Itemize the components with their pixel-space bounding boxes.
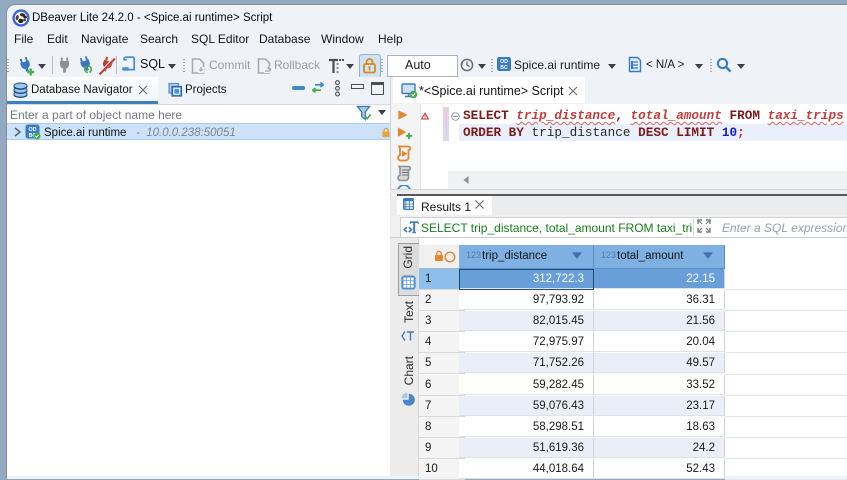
svg-text:BC: BC (500, 65, 508, 71)
